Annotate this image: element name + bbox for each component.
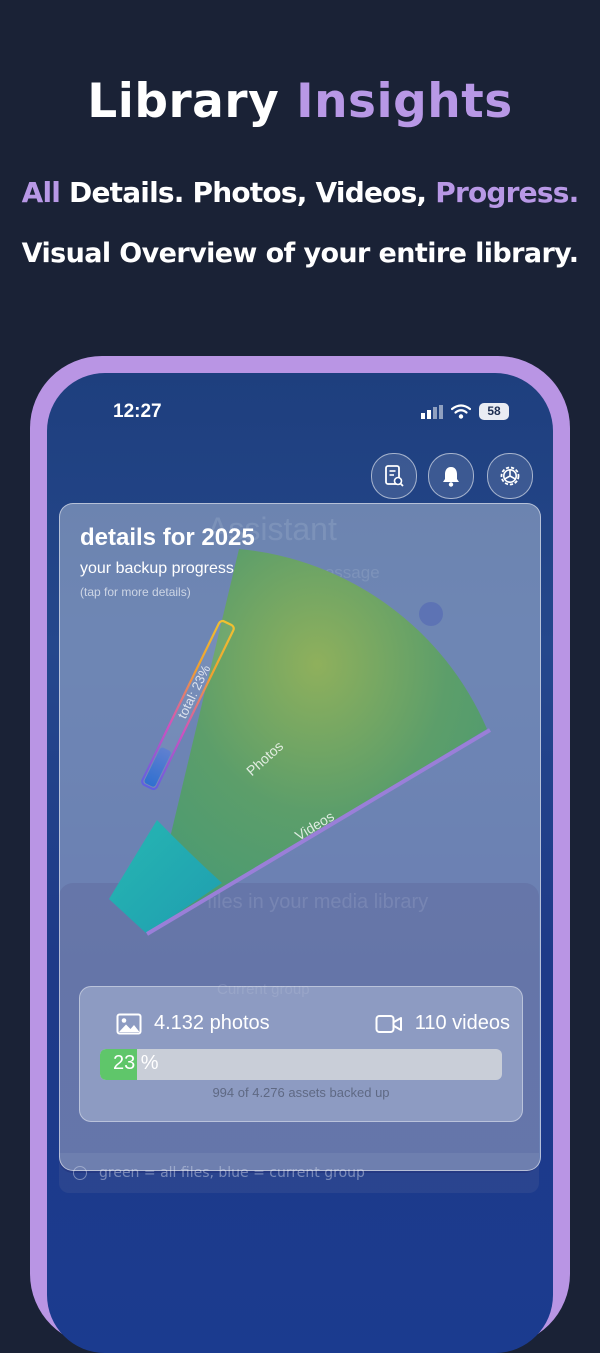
subtitle-progress: Progress. [435,176,579,209]
progress-label: 23 % [113,1052,159,1074]
bell-icon [443,467,459,487]
header-title: Library Insights [0,74,600,129]
header-tagline: Visual Overview of your entire library. [21,238,579,269]
photo-icon [116,1013,142,1034]
report-search-icon [385,465,404,487]
status-time: 12:27 [113,401,162,422]
videos-count: 110 videos [414,1012,510,1034]
subtitle-all: All [21,176,61,209]
photos-count: 4.132 photos [154,1012,270,1034]
status-icons: 58 [421,403,509,420]
details-card[interactable]: details for 2025 your backup progress (t… [59,503,541,1171]
header-subtitle: All Details. Photos, Videos, Progress. [0,176,600,209]
assets-backed-up: 994 of 4.276 assets backed up [212,1085,390,1100]
title-word-library: Library [87,74,280,129]
battery-icon: 58 [479,403,509,420]
subtitle-details: Details. Photos, Videos, [69,176,427,209]
backup-chart[interactable]: total: 23% PhotosVideos [60,504,540,984]
report-button[interactable] [371,453,417,499]
wifi-icon [451,404,471,419]
decor-dot [419,602,443,626]
stats-box: 4.132 photos 110 videos 23 % 994 of 4.27… [79,986,523,1122]
settings-button[interactable] [487,453,533,499]
photos-stat: 4.132 photos [116,1012,270,1035]
phone-screen: 12:27 58 Assistant files in your media l… [47,373,553,1353]
notifications-button[interactable] [428,453,474,499]
title-word-insights: Insights [296,74,513,129]
signal-icon [421,404,443,419]
progress-bar: 23 % [100,1049,502,1080]
videos-stat: 110 videos [375,1012,510,1035]
video-icon [375,1014,402,1033]
gear-icon [500,466,520,486]
